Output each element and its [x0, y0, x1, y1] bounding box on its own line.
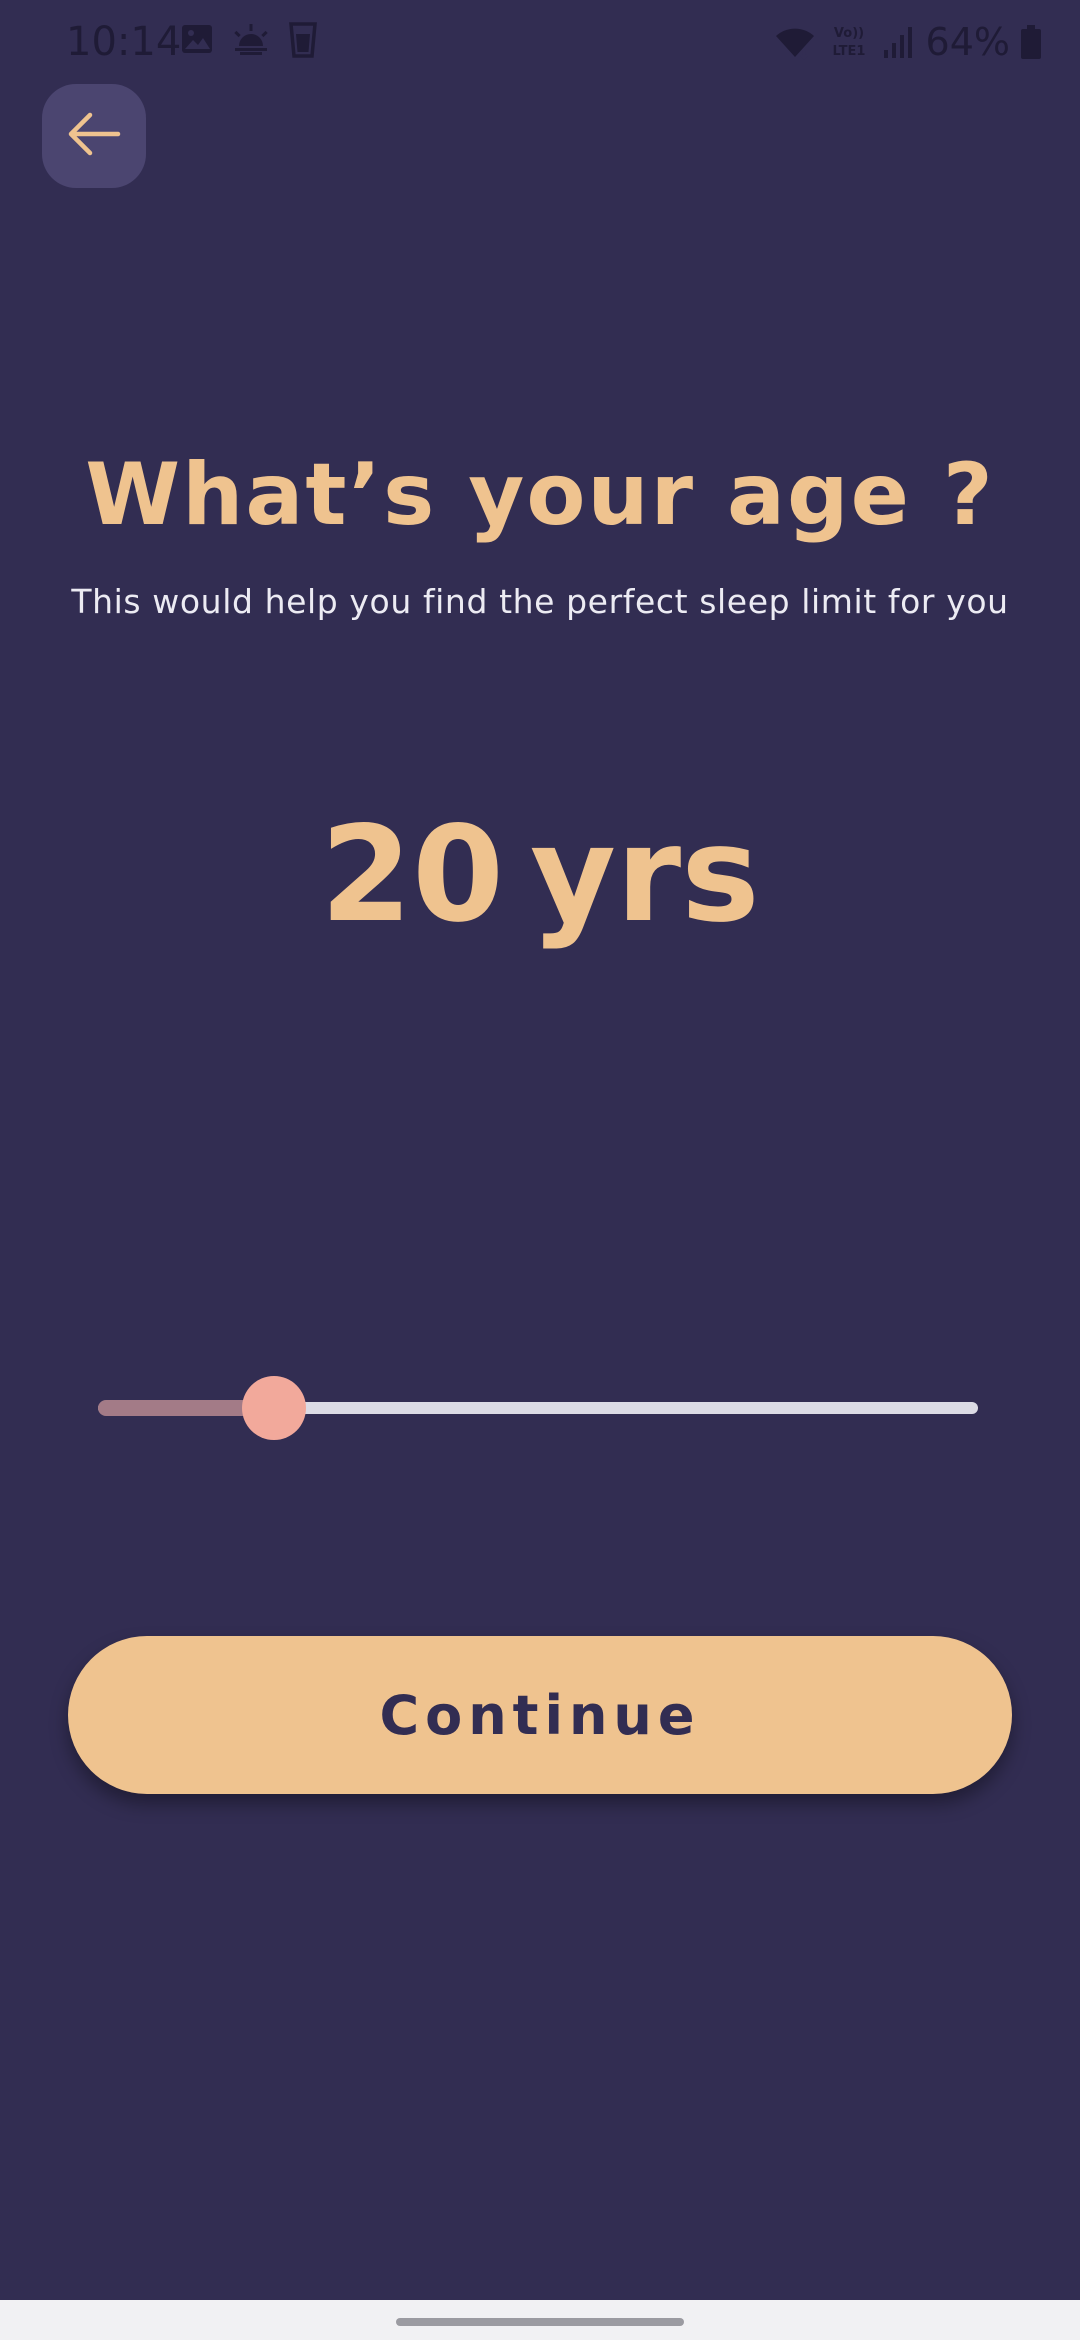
- slider-thumb[interactable]: [242, 1376, 306, 1440]
- notification-icons: [180, 22, 318, 58]
- age-selection-screen: 10:14 Vo)) LTE1 64% What’s your age ? Th…: [0, 0, 1080, 2340]
- status-bar: 10:14 Vo)) LTE1 64%: [0, 0, 1080, 84]
- gallery-icon: [180, 22, 214, 58]
- volte-icon: Vo)) LTE1: [826, 22, 872, 62]
- age-unit: yrs: [529, 798, 760, 952]
- wifi-icon: [774, 24, 816, 60]
- age-slider[interactable]: [98, 1376, 978, 1440]
- age-display: 20 yrs: [0, 800, 1080, 950]
- svg-text:LTE1: LTE1: [832, 44, 865, 59]
- system-icons: Vo)) LTE1 64%: [774, 18, 1042, 66]
- weather-icon: [232, 22, 270, 58]
- battery-percent: 64%: [925, 20, 1010, 64]
- navigation-bar: [0, 2300, 1080, 2340]
- age-value: 20: [320, 798, 504, 952]
- back-button[interactable]: [42, 84, 146, 188]
- status-time: 10:14: [66, 19, 182, 65]
- arrow-left-icon: [64, 109, 124, 163]
- battery-icon: [1020, 24, 1042, 60]
- signal-icon: [882, 24, 916, 60]
- continue-button[interactable]: Continue: [68, 1636, 1012, 1794]
- glass-icon: [288, 22, 318, 58]
- home-indicator[interactable]: [396, 2318, 684, 2326]
- svg-text:Vo)): Vo)): [833, 26, 863, 41]
- page-title: What’s your age ?: [85, 445, 995, 545]
- page-subtitle: This would help you find the perfect sle…: [71, 582, 1009, 621]
- continue-button-label: Continue: [379, 1683, 701, 1747]
